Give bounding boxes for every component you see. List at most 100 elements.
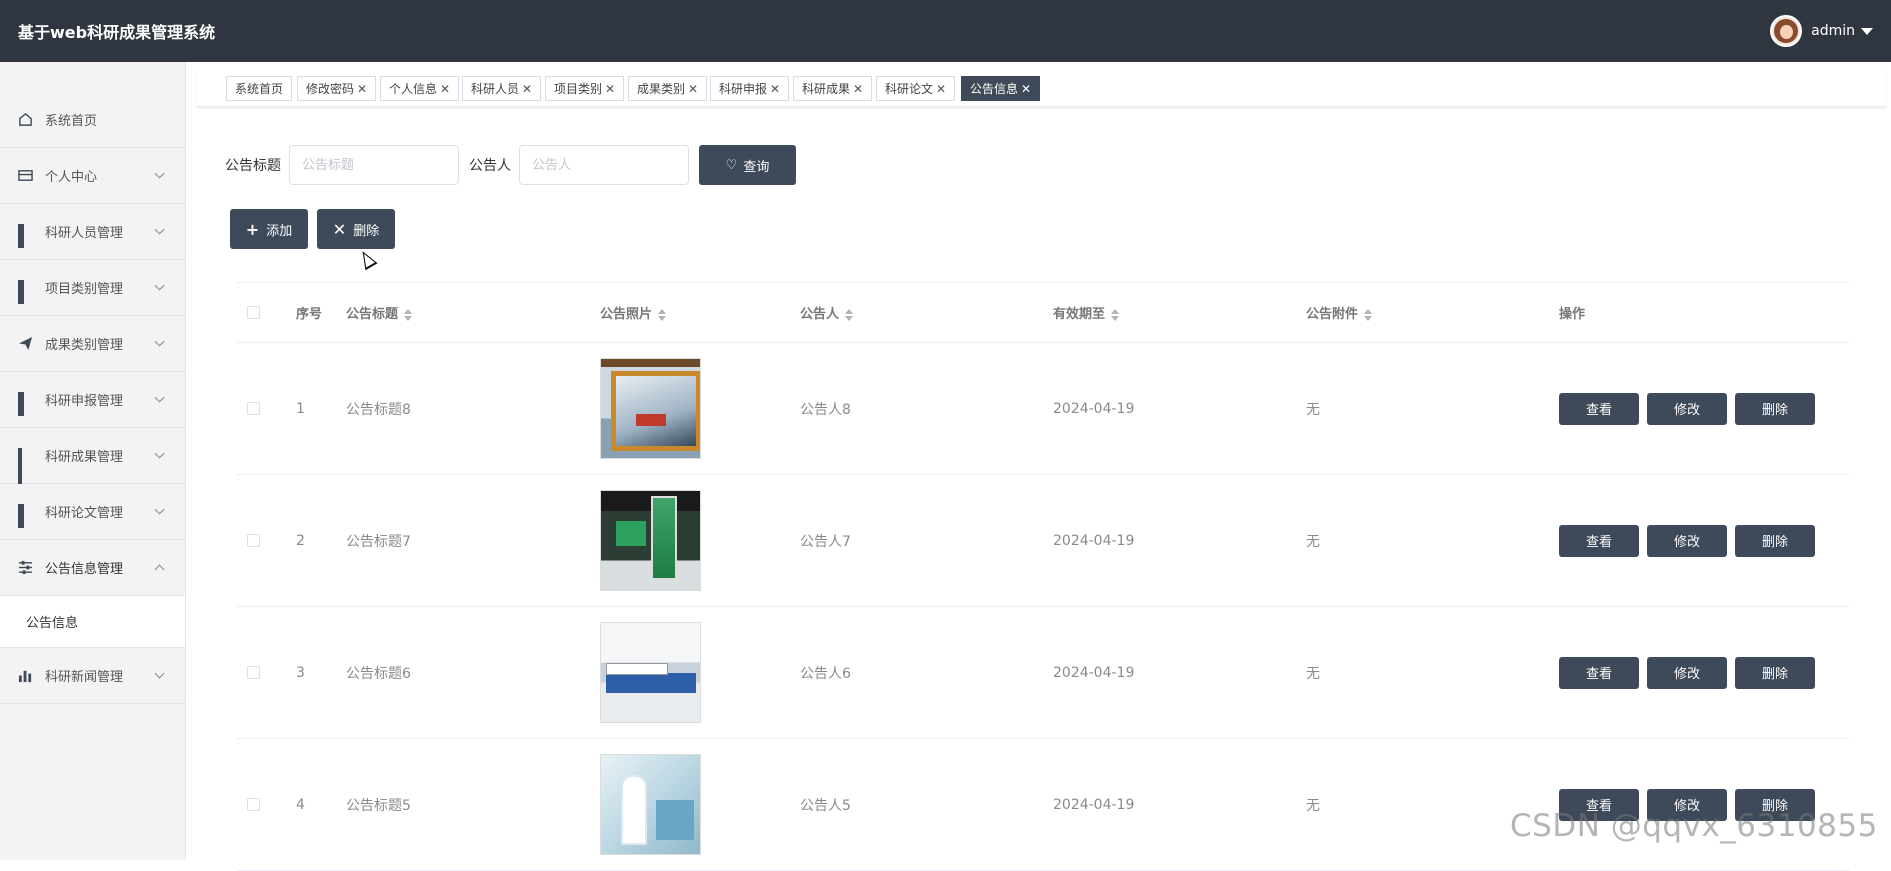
tab-researchers[interactable]: 科研人员 ✕: [462, 76, 542, 101]
avatar[interactable]: [1770, 15, 1803, 47]
row-delete-button[interactable]: 删除: [1735, 524, 1815, 557]
chevron-down-icon: [154, 668, 165, 679]
sidebar-item-label: 科研成果管理: [45, 450, 124, 465]
tab-label: 科研论文: [885, 82, 934, 96]
close-icon[interactable]: ✕: [770, 82, 780, 96]
sidebar-item-label: 公告信息管理: [45, 562, 124, 577]
row-checkbox[interactable]: [247, 534, 260, 547]
close-icon[interactable]: ✕: [936, 82, 946, 96]
close-icon[interactable]: ✕: [688, 82, 698, 96]
chevron-down-icon: [154, 336, 165, 347]
close-icon[interactable]: ✕: [1021, 82, 1031, 96]
sidebar-item-researchers[interactable]: 科研人员管理: [0, 204, 185, 260]
tab-home[interactable]: 系统首页: [226, 76, 293, 101]
row-checkbox[interactable]: [247, 666, 260, 679]
card-icon: [18, 168, 33, 183]
title-filter-input[interactable]: [289, 145, 459, 185]
col-date[interactable]: 有效期至: [1053, 303, 1120, 322]
tab-label: 修改密码: [306, 82, 355, 96]
caret-down-icon[interactable]: [1861, 27, 1873, 35]
col-person-label: 公告人: [800, 307, 840, 322]
close-icon[interactable]: ✕: [605, 82, 615, 96]
col-photo[interactable]: 公告照片: [600, 303, 667, 322]
col-attachment[interactable]: 公告附件: [1306, 303, 1373, 322]
row-checkbox[interactable]: [247, 402, 260, 415]
tab-label: 科研人员: [471, 82, 520, 96]
sidebar-item-label: 科研新闻管理: [45, 670, 124, 685]
sidebar-item-applications[interactable]: 科研申报管理: [0, 372, 185, 428]
sort-icon[interactable]: [658, 308, 667, 321]
tab-personal-info[interactable]: 个人信息 ✕: [380, 76, 460, 101]
sidebar-item-label: 项目类别管理: [45, 282, 124, 297]
tab-label: 公告信息: [970, 82, 1019, 96]
delete-button[interactable]: ✕ 删除: [317, 209, 395, 249]
sidebar-item-announcements[interactable]: 公告信息管理: [0, 540, 185, 596]
add-button[interactable]: + 添加: [230, 209, 308, 249]
sidebar-item-personal[interactable]: 个人中心: [0, 148, 185, 204]
close-icon[interactable]: ✕: [357, 82, 367, 96]
row-title: 公告标题6: [346, 665, 411, 682]
tab-label: 个人信息: [389, 82, 438, 96]
sidebar-subitem-announcement-info[interactable]: 公告信息: [0, 596, 185, 648]
edit-button[interactable]: 修改: [1647, 656, 1727, 689]
sort-icon[interactable]: [1364, 308, 1373, 321]
row-title: 公告标题5: [346, 797, 411, 814]
sidebar-item-papers[interactable]: 科研论文管理: [0, 484, 185, 540]
sort-icon[interactable]: [845, 308, 854, 321]
tab-change-password[interactable]: 修改密码 ✕: [297, 76, 377, 101]
top-bar: 基于web科研成果管理系统 admin: [0, 0, 1891, 62]
row-actions: 查看 修改 删除: [1559, 524, 1823, 557]
row-checkbox[interactable]: [247, 798, 260, 811]
user-menu[interactable]: admin: [1770, 15, 1873, 47]
col-title[interactable]: 公告标题: [346, 303, 413, 322]
tab-label: 科研成果: [802, 82, 851, 96]
mouse-cursor: [356, 247, 378, 271]
sidebar-item-project-categories[interactable]: 项目类别管理: [0, 260, 185, 316]
row-person: 公告人6: [800, 665, 851, 682]
grid-icon: [18, 392, 33, 416]
tab-applications[interactable]: 科研申报 ✕: [710, 76, 790, 101]
grid9-icon: [18, 448, 33, 484]
sidebar-item-home[interactable]: 系统首页: [0, 92, 185, 148]
query-button[interactable]: ♡ 查询: [699, 145, 796, 185]
edit-button[interactable]: 修改: [1647, 392, 1727, 425]
row-delete-button[interactable]: 删除: [1735, 392, 1815, 425]
chevron-down-icon: [154, 280, 165, 291]
tab-project-categories[interactable]: 项目类别 ✕: [545, 76, 625, 101]
tab-result-categories[interactable]: 成果类别 ✕: [628, 76, 708, 101]
view-button[interactable]: 查看: [1559, 524, 1639, 557]
row-delete-button[interactable]: 删除: [1735, 656, 1815, 689]
chevron-down-icon: [154, 392, 165, 403]
sort-icon[interactable]: [1111, 308, 1120, 321]
title-filter-label: 公告标题: [225, 158, 281, 174]
tab-label: 系统首页: [235, 82, 284, 96]
row-photo[interactable]: [600, 754, 701, 855]
view-button[interactable]: 查看: [1559, 656, 1639, 689]
sort-icon[interactable]: [404, 308, 413, 321]
select-all-checkbox[interactable]: [247, 306, 260, 319]
username[interactable]: admin: [1811, 23, 1855, 39]
sidebar-item-label: 系统首页: [45, 114, 98, 129]
tab-papers[interactable]: 科研论文 ✕: [876, 76, 956, 101]
person-filter-input[interactable]: [519, 145, 689, 185]
sidebar-item-results[interactable]: 科研成果管理: [0, 428, 185, 484]
chevron-down-icon: [154, 168, 165, 179]
heart-icon: ♡: [725, 157, 738, 173]
tab-results[interactable]: 科研成果 ✕: [793, 76, 873, 101]
view-button[interactable]: 查看: [1559, 392, 1639, 425]
close-icon[interactable]: ✕: [522, 82, 532, 96]
sidebar-item-news[interactable]: 科研新闻管理: [0, 648, 185, 704]
row-date: 2024-04-19: [1053, 664, 1135, 681]
close-icon[interactable]: ✕: [440, 82, 450, 96]
row-photo[interactable]: [600, 490, 701, 591]
row-photo[interactable]: [600, 358, 701, 459]
grid-icon: [18, 504, 33, 528]
row-photo[interactable]: [600, 622, 701, 723]
col-person[interactable]: 公告人: [800, 303, 854, 322]
col-date-label: 有效期至: [1053, 307, 1106, 322]
tab-label: 成果类别: [637, 82, 686, 96]
edit-button[interactable]: 修改: [1647, 524, 1727, 557]
sidebar-item-result-categories[interactable]: 成果类别管理: [0, 316, 185, 372]
tab-announcement-info[interactable]: 公告信息 ✕: [961, 76, 1041, 101]
close-icon[interactable]: ✕: [853, 82, 863, 96]
